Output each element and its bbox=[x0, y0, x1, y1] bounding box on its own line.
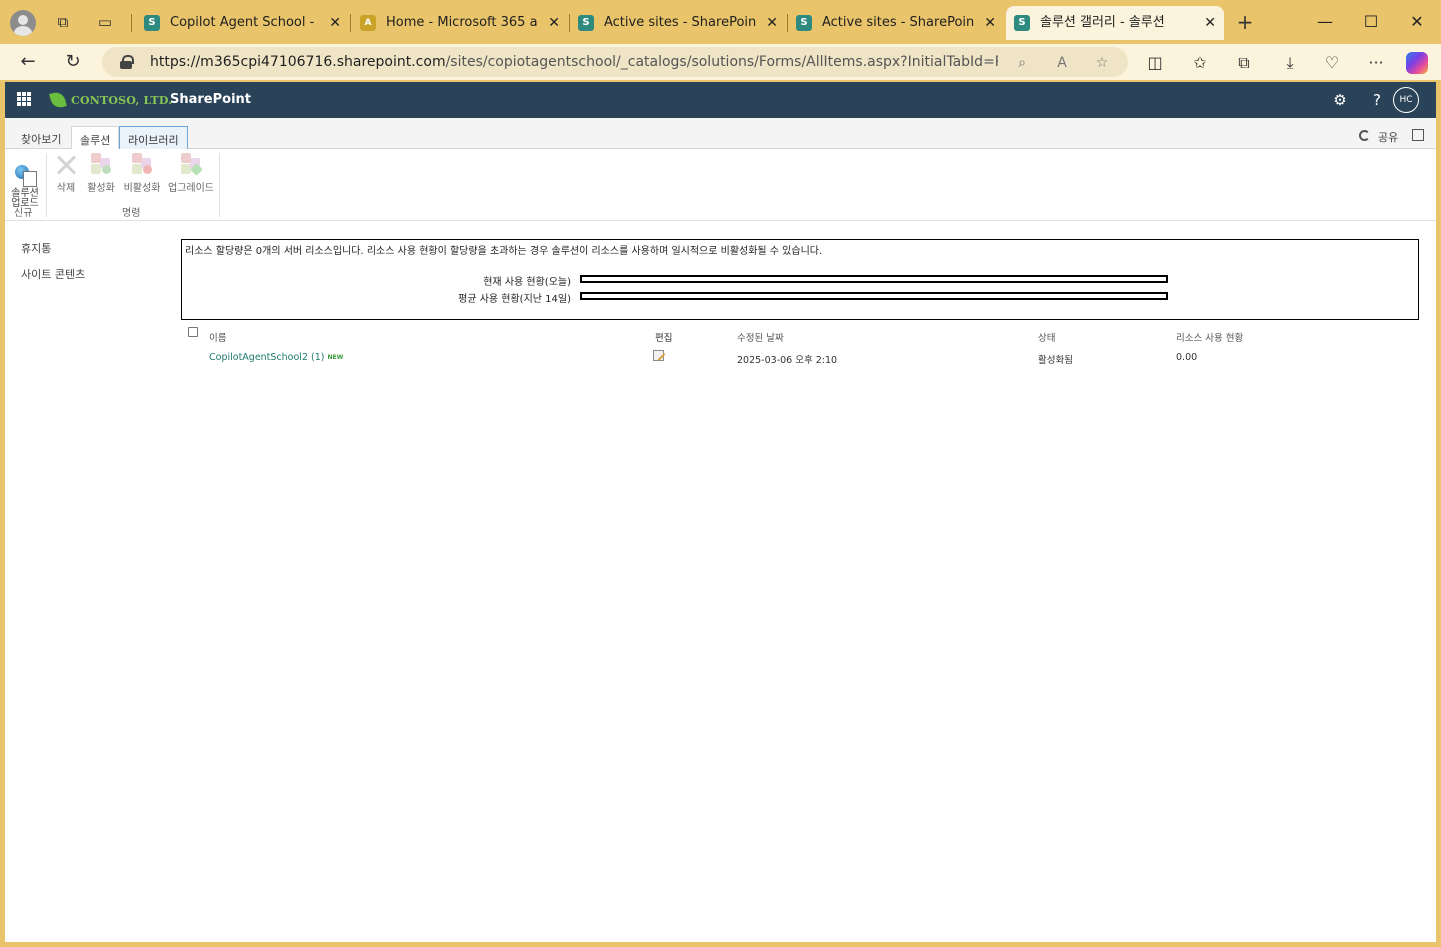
read-aloud-icon[interactable]: A bbox=[1052, 53, 1072, 73]
resource-quota-panel: 리소스 할당량은 0개의 서버 리소스입니다. 리소스 사용 현황이 할당량을 … bbox=[181, 239, 1419, 320]
copilot-icon[interactable] bbox=[1406, 52, 1428, 74]
column-header-name[interactable]: 이름 bbox=[209, 330, 226, 344]
favorites-icon[interactable]: ✩ bbox=[1189, 52, 1211, 74]
sharepoint-favicon-icon: S bbox=[578, 15, 594, 31]
modified-date: 2025-03-06 오후 2:10 bbox=[737, 355, 838, 366]
sharepoint-favicon-icon: S bbox=[796, 15, 812, 31]
new-tab-icon[interactable]: + bbox=[1235, 12, 1255, 32]
average-usage-bar bbox=[580, 292, 1168, 300]
brand-name: CONTOSO, LTD. bbox=[71, 94, 173, 107]
select-all-checkbox[interactable] bbox=[188, 327, 198, 337]
sharepoint-page: CONTOSO, LTD. SharePoint ⚙ ? HC 찾아보기 솔루션… bbox=[5, 82, 1436, 942]
suite-bar: CONTOSO, LTD. SharePoint ⚙ ? HC bbox=[5, 82, 1436, 118]
delete-button[interactable]: 삭제 bbox=[53, 153, 79, 194]
group-label-new: 신규 bbox=[14, 208, 33, 219]
admin-favicon-icon: A bbox=[360, 15, 376, 31]
quota-message: 리소스 할당량은 0개의 서버 리소스입니다. 리소스 사용 현황이 할당량을 … bbox=[185, 246, 823, 257]
tab-title: Copilot Agent School - 연구 5 bbox=[170, 15, 319, 30]
browser-tab-copilot-school[interactable]: S Copilot Agent School - 연구 5 ✕ bbox=[136, 6, 349, 40]
nav-site-contents[interactable]: 사이트 콘텐츠 bbox=[21, 266, 85, 282]
close-tab-icon[interactable]: ✕ bbox=[984, 6, 996, 40]
average-usage-label: 평균 사용 현황(지난 14일) bbox=[458, 294, 571, 305]
upload-icon bbox=[13, 163, 37, 187]
back-icon[interactable]: ← bbox=[16, 50, 40, 74]
current-usage-bar bbox=[580, 275, 1168, 283]
favorite-star-icon[interactable]: ☆ bbox=[1092, 53, 1112, 73]
profile-icon[interactable] bbox=[10, 10, 36, 36]
tab-library[interactable]: 라이브러리 bbox=[119, 126, 188, 149]
upgrade-label: 업그레이드 bbox=[168, 183, 214, 194]
settings-gear-icon[interactable]: ⚙ bbox=[1330, 90, 1350, 110]
address-bar[interactable]: https://m365cpi47106716.sharepoint.com/s… bbox=[102, 47, 1128, 77]
ribbon-tab-bar: 찾아보기 솔루션 라이브러리 공유 bbox=[5, 118, 1436, 149]
share-icon[interactable] bbox=[1359, 130, 1370, 141]
nav-recycle-bin[interactable]: 휴지통 bbox=[21, 240, 85, 256]
group-label-commands: 명령 bbox=[122, 208, 141, 219]
help-icon[interactable]: ? bbox=[1367, 90, 1387, 110]
delete-label: 삭제 bbox=[56, 183, 76, 194]
deactivate-icon bbox=[130, 153, 154, 177]
tab-title: 솔루션 갤러리 - 솔루션 bbox=[1040, 15, 1165, 30]
ribbon-commands: 솔루션 업로드 신규 삭제 활성화 비활성화 업그레이드 명령 bbox=[5, 149, 1436, 221]
share-link[interactable]: 공유 bbox=[1378, 129, 1398, 145]
downloads-icon[interactable]: ⤓ bbox=[1279, 52, 1301, 74]
activate-button[interactable]: 활성화 bbox=[85, 153, 117, 194]
minimize-icon[interactable]: — bbox=[1313, 10, 1337, 34]
activate-icon bbox=[89, 153, 113, 177]
lock-icon[interactable] bbox=[120, 55, 134, 69]
edit-item-icon[interactable] bbox=[653, 350, 664, 361]
solution-name-link[interactable]: CopilotAgentSchool2 (1) NEW bbox=[209, 352, 343, 363]
app-title[interactable]: SharePoint bbox=[170, 92, 251, 107]
maximize-icon[interactable]: ☐ bbox=[1359, 10, 1383, 34]
deactivate-label: 비활성화 bbox=[123, 183, 161, 194]
focus-mode-icon[interactable] bbox=[1412, 129, 1424, 141]
close-tab-icon[interactable]: ✕ bbox=[548, 6, 560, 40]
column-header-status[interactable]: 상태 bbox=[1038, 330, 1055, 344]
delete-x-icon bbox=[54, 153, 78, 177]
tab-title: Active sites - SharePoint admi bbox=[822, 15, 974, 30]
browser-tab-active-sites-2[interactable]: S Active sites - SharePoint admi ✕ bbox=[788, 6, 1004, 40]
close-tab-icon[interactable]: ✕ bbox=[766, 6, 778, 40]
upgrade-icon bbox=[179, 153, 203, 177]
url-text[interactable]: https://m365cpi47106716.sharepoint.com/s… bbox=[150, 54, 998, 70]
sharepoint-favicon-icon: S bbox=[1014, 15, 1030, 31]
collections-icon[interactable]: ⧉ bbox=[1233, 52, 1255, 74]
leaf-logo-icon bbox=[49, 90, 67, 110]
close-tab-icon[interactable]: ✕ bbox=[1204, 6, 1216, 40]
tab-actions-icon[interactable]: ▭ bbox=[95, 12, 115, 32]
usage-value: 0.00 bbox=[1176, 352, 1198, 363]
app-launcher-icon[interactable] bbox=[17, 92, 31, 106]
close-window-icon[interactable]: ✕ bbox=[1405, 10, 1429, 34]
tab-browse[interactable]: 찾아보기 bbox=[13, 126, 69, 149]
browser-tab-active-sites-1[interactable]: S Active sites - SharePoint admi ✕ bbox=[570, 6, 786, 40]
user-avatar[interactable]: HC bbox=[1393, 87, 1419, 113]
zoom-icon[interactable]: ⌕ bbox=[1012, 53, 1032, 73]
browser-tab-m365-admin[interactable]: A Home - Microsoft 365 admin ✕ bbox=[352, 6, 568, 40]
new-badge: NEW bbox=[327, 354, 344, 361]
deactivate-button[interactable]: 비활성화 bbox=[121, 153, 163, 194]
upload-solution-button[interactable]: 솔루션 업로드 bbox=[9, 153, 41, 209]
column-header-usage[interactable]: 리소스 사용 현황 bbox=[1176, 330, 1243, 344]
column-header-modified[interactable]: 수정된 날짜 bbox=[737, 330, 784, 344]
browser-tab-solution-gallery[interactable]: S 솔루션 갤러리 - 솔루션 ✕ bbox=[1006, 6, 1224, 40]
activate-label: 활성화 bbox=[87, 183, 115, 194]
split-screen-icon[interactable]: ◫ bbox=[1144, 52, 1166, 74]
tab-title: Home - Microsoft 365 admin bbox=[386, 15, 538, 30]
browser-essentials-icon[interactable]: ♡ bbox=[1321, 52, 1343, 74]
column-header-edit: 편집 bbox=[655, 333, 673, 344]
left-navigation: 휴지통 사이트 콘텐츠 bbox=[21, 240, 85, 292]
current-usage-label: 현재 사용 현황(오늘) bbox=[483, 277, 571, 288]
workspaces-icon[interactable]: ⧉ bbox=[53, 12, 73, 32]
tab-title: Active sites - SharePoint admi bbox=[604, 15, 756, 30]
tab-solutions[interactable]: 솔루션 bbox=[71, 126, 120, 149]
sharepoint-favicon-icon: S bbox=[144, 15, 160, 31]
status-value: 활성화됨 bbox=[1038, 355, 1073, 366]
browser-tabstrip: ⧉ ▭ S Copilot Agent School - 연구 5 ✕ A Ho… bbox=[0, 0, 1441, 44]
close-tab-icon[interactable]: ✕ bbox=[329, 6, 341, 40]
browser-toolbar: ← ↻ https://m365cpi47106716.sharepoint.c… bbox=[0, 44, 1441, 80]
more-menu-icon[interactable]: ··· bbox=[1365, 52, 1387, 74]
refresh-icon[interactable]: ↻ bbox=[61, 50, 85, 74]
upgrade-button[interactable]: 업그레이드 bbox=[165, 153, 217, 194]
